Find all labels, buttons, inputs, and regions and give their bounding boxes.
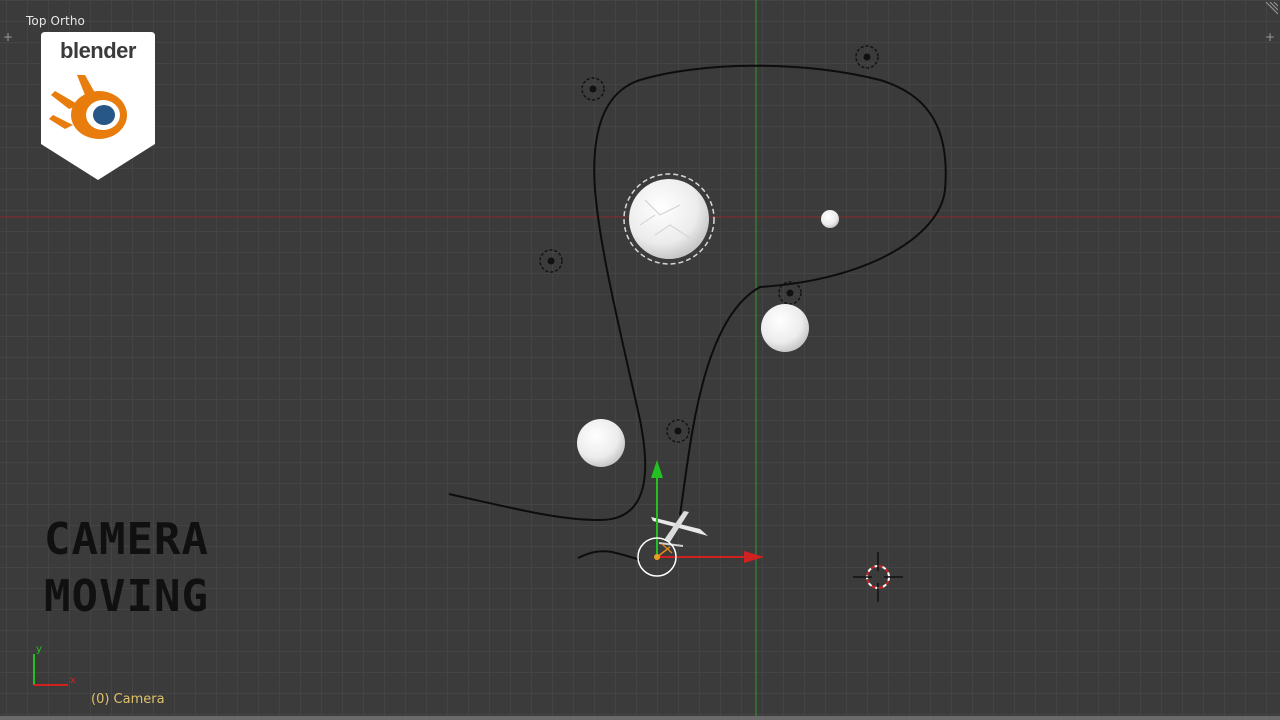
overlay-title-line-1: CAMERA xyxy=(44,514,209,565)
hatch-icon[interactable] xyxy=(1262,2,1278,16)
small-sphere[interactable] xyxy=(821,210,839,228)
medium-sphere[interactable] xyxy=(761,304,809,352)
3d-viewport[interactable]: Top Ortho + + blender CAMERA MOVING y x … xyxy=(0,0,1280,720)
camera-path-tail xyxy=(577,550,641,561)
axis-widget-x-label: x xyxy=(70,675,76,686)
empty-icon[interactable] xyxy=(855,45,879,69)
plus-icon[interactable]: + xyxy=(1263,30,1277,44)
blender-logo: blender xyxy=(41,32,155,182)
empty-icon[interactable] xyxy=(539,249,563,273)
plus-icon[interactable]: + xyxy=(1,30,15,44)
axis-widget-y-label: y xyxy=(36,644,42,655)
medium-sphere[interactable] xyxy=(577,419,625,467)
overlay-title-line-2: MOVING xyxy=(44,571,209,622)
logo-text: blender xyxy=(60,38,136,63)
transform-gizmo[interactable] xyxy=(637,460,764,577)
view-label: Top Ortho xyxy=(26,14,85,28)
viewport-bottom-edge xyxy=(0,716,1280,720)
camera-path-curve[interactable] xyxy=(448,64,947,522)
active-object-status: (0) Camera xyxy=(91,692,165,707)
large-sphere[interactable] xyxy=(623,173,715,265)
camera-icon[interactable] xyxy=(651,511,708,547)
empty-icon[interactable] xyxy=(778,281,802,305)
axis-widget: y x xyxy=(33,644,76,686)
empty-icon[interactable] xyxy=(581,77,605,101)
empty-icon[interactable] xyxy=(666,419,690,443)
3d-cursor-icon[interactable] xyxy=(853,552,903,602)
